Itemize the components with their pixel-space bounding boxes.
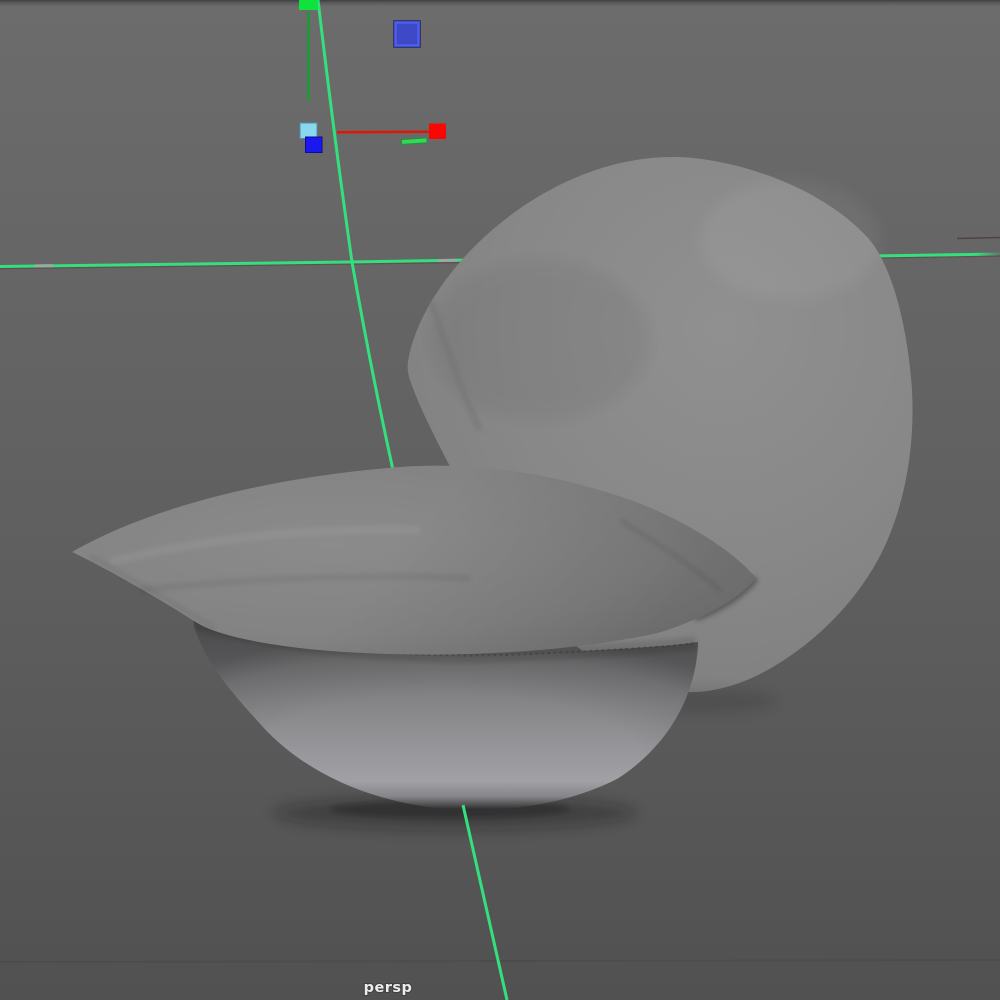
key-square-blue[interactable]: [396, 23, 419, 46]
3d-viewport[interactable]: persp: [0, 0, 1000, 1000]
handle-dark-blue-square[interactable]: [306, 137, 323, 153]
x-axis-highlight-line-right: [870, 254, 1000, 256]
handle-light-blue-square[interactable]: [300, 123, 317, 139]
manipulator-y-handle-green-square[interactable]: [299, 0, 318, 10]
viewport-top-edge-shade: [0, 0, 1000, 8]
sphere-highlight: [700, 180, 880, 300]
camera-name-label: persp: [364, 980, 413, 996]
faint-horizon-line: [957, 238, 1000, 239]
manipulator-x-handle-red-square[interactable]: [429, 124, 446, 140]
perspective-view-canvas[interactable]: persp: [0, 0, 1000, 1000]
